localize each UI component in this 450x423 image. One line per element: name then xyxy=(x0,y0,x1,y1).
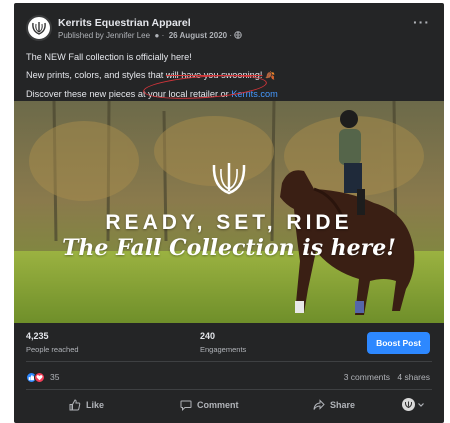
page-profile-icon xyxy=(402,398,415,411)
divider xyxy=(26,389,432,390)
like-button[interactable]: Like xyxy=(69,395,104,415)
post-image[interactable]: READY, SET, RIDE The Fall Collection is … xyxy=(14,101,444,323)
reactions-summary[interactable]: 35 xyxy=(26,370,59,384)
people-reached-value[interactable]: 4,235 xyxy=(26,331,49,341)
share-icon xyxy=(313,399,325,410)
divider xyxy=(26,361,432,362)
engagements-label: Engagements xyxy=(200,345,247,354)
love-reaction-icon xyxy=(34,371,45,383)
facebook-post-card: Kerrits Equestrian Apparel Published by … xyxy=(14,3,444,423)
page-name[interactable]: Kerrits Equestrian Apparel xyxy=(58,17,191,29)
comments-count[interactable]: 3 comments xyxy=(344,372,390,382)
people-reached-label: People reached xyxy=(26,345,79,354)
globe-icon xyxy=(234,31,242,40)
comment-button[interactable]: Comment xyxy=(180,395,239,415)
image-headline: READY, SET, RIDE xyxy=(105,211,353,234)
thumbs-up-icon xyxy=(69,399,81,411)
shares-count[interactable]: 4 shares xyxy=(397,372,430,382)
chevron-down-icon xyxy=(418,402,424,407)
post-line-1: The NEW Fall collection is officially he… xyxy=(26,52,192,62)
reaction-count: 35 xyxy=(50,372,60,382)
post-date[interactable]: 26 August 2020 xyxy=(169,31,227,40)
post-meta: Published by Jennifer Lee ● · 26 August … xyxy=(58,31,242,40)
page-avatar[interactable] xyxy=(26,15,52,41)
audience-selector[interactable] xyxy=(402,398,425,411)
kerrits-logo xyxy=(32,22,46,35)
engagements-value[interactable]: 240 xyxy=(200,331,215,341)
share-button[interactable]: Share xyxy=(313,395,355,415)
published-by[interactable]: Published by Jennifer Lee xyxy=(58,31,150,40)
more-icon[interactable]: ··· xyxy=(413,15,430,29)
post-actions: Like Comment Share xyxy=(14,395,444,415)
image-subhead: The Fall Collection is here! xyxy=(62,235,396,261)
info-icon: ● · xyxy=(152,31,167,40)
boost-post-button[interactable]: Boost Post xyxy=(367,332,430,354)
leaf-emoji: 🍂 xyxy=(265,71,275,80)
comment-share-counts: 3 comments 4 shares xyxy=(344,372,430,382)
comment-icon xyxy=(180,400,192,411)
post-header: Kerrits Equestrian Apparel Published by … xyxy=(14,3,444,45)
post-insights: 4,235 People reached 240 Engagements Boo… xyxy=(14,323,444,361)
